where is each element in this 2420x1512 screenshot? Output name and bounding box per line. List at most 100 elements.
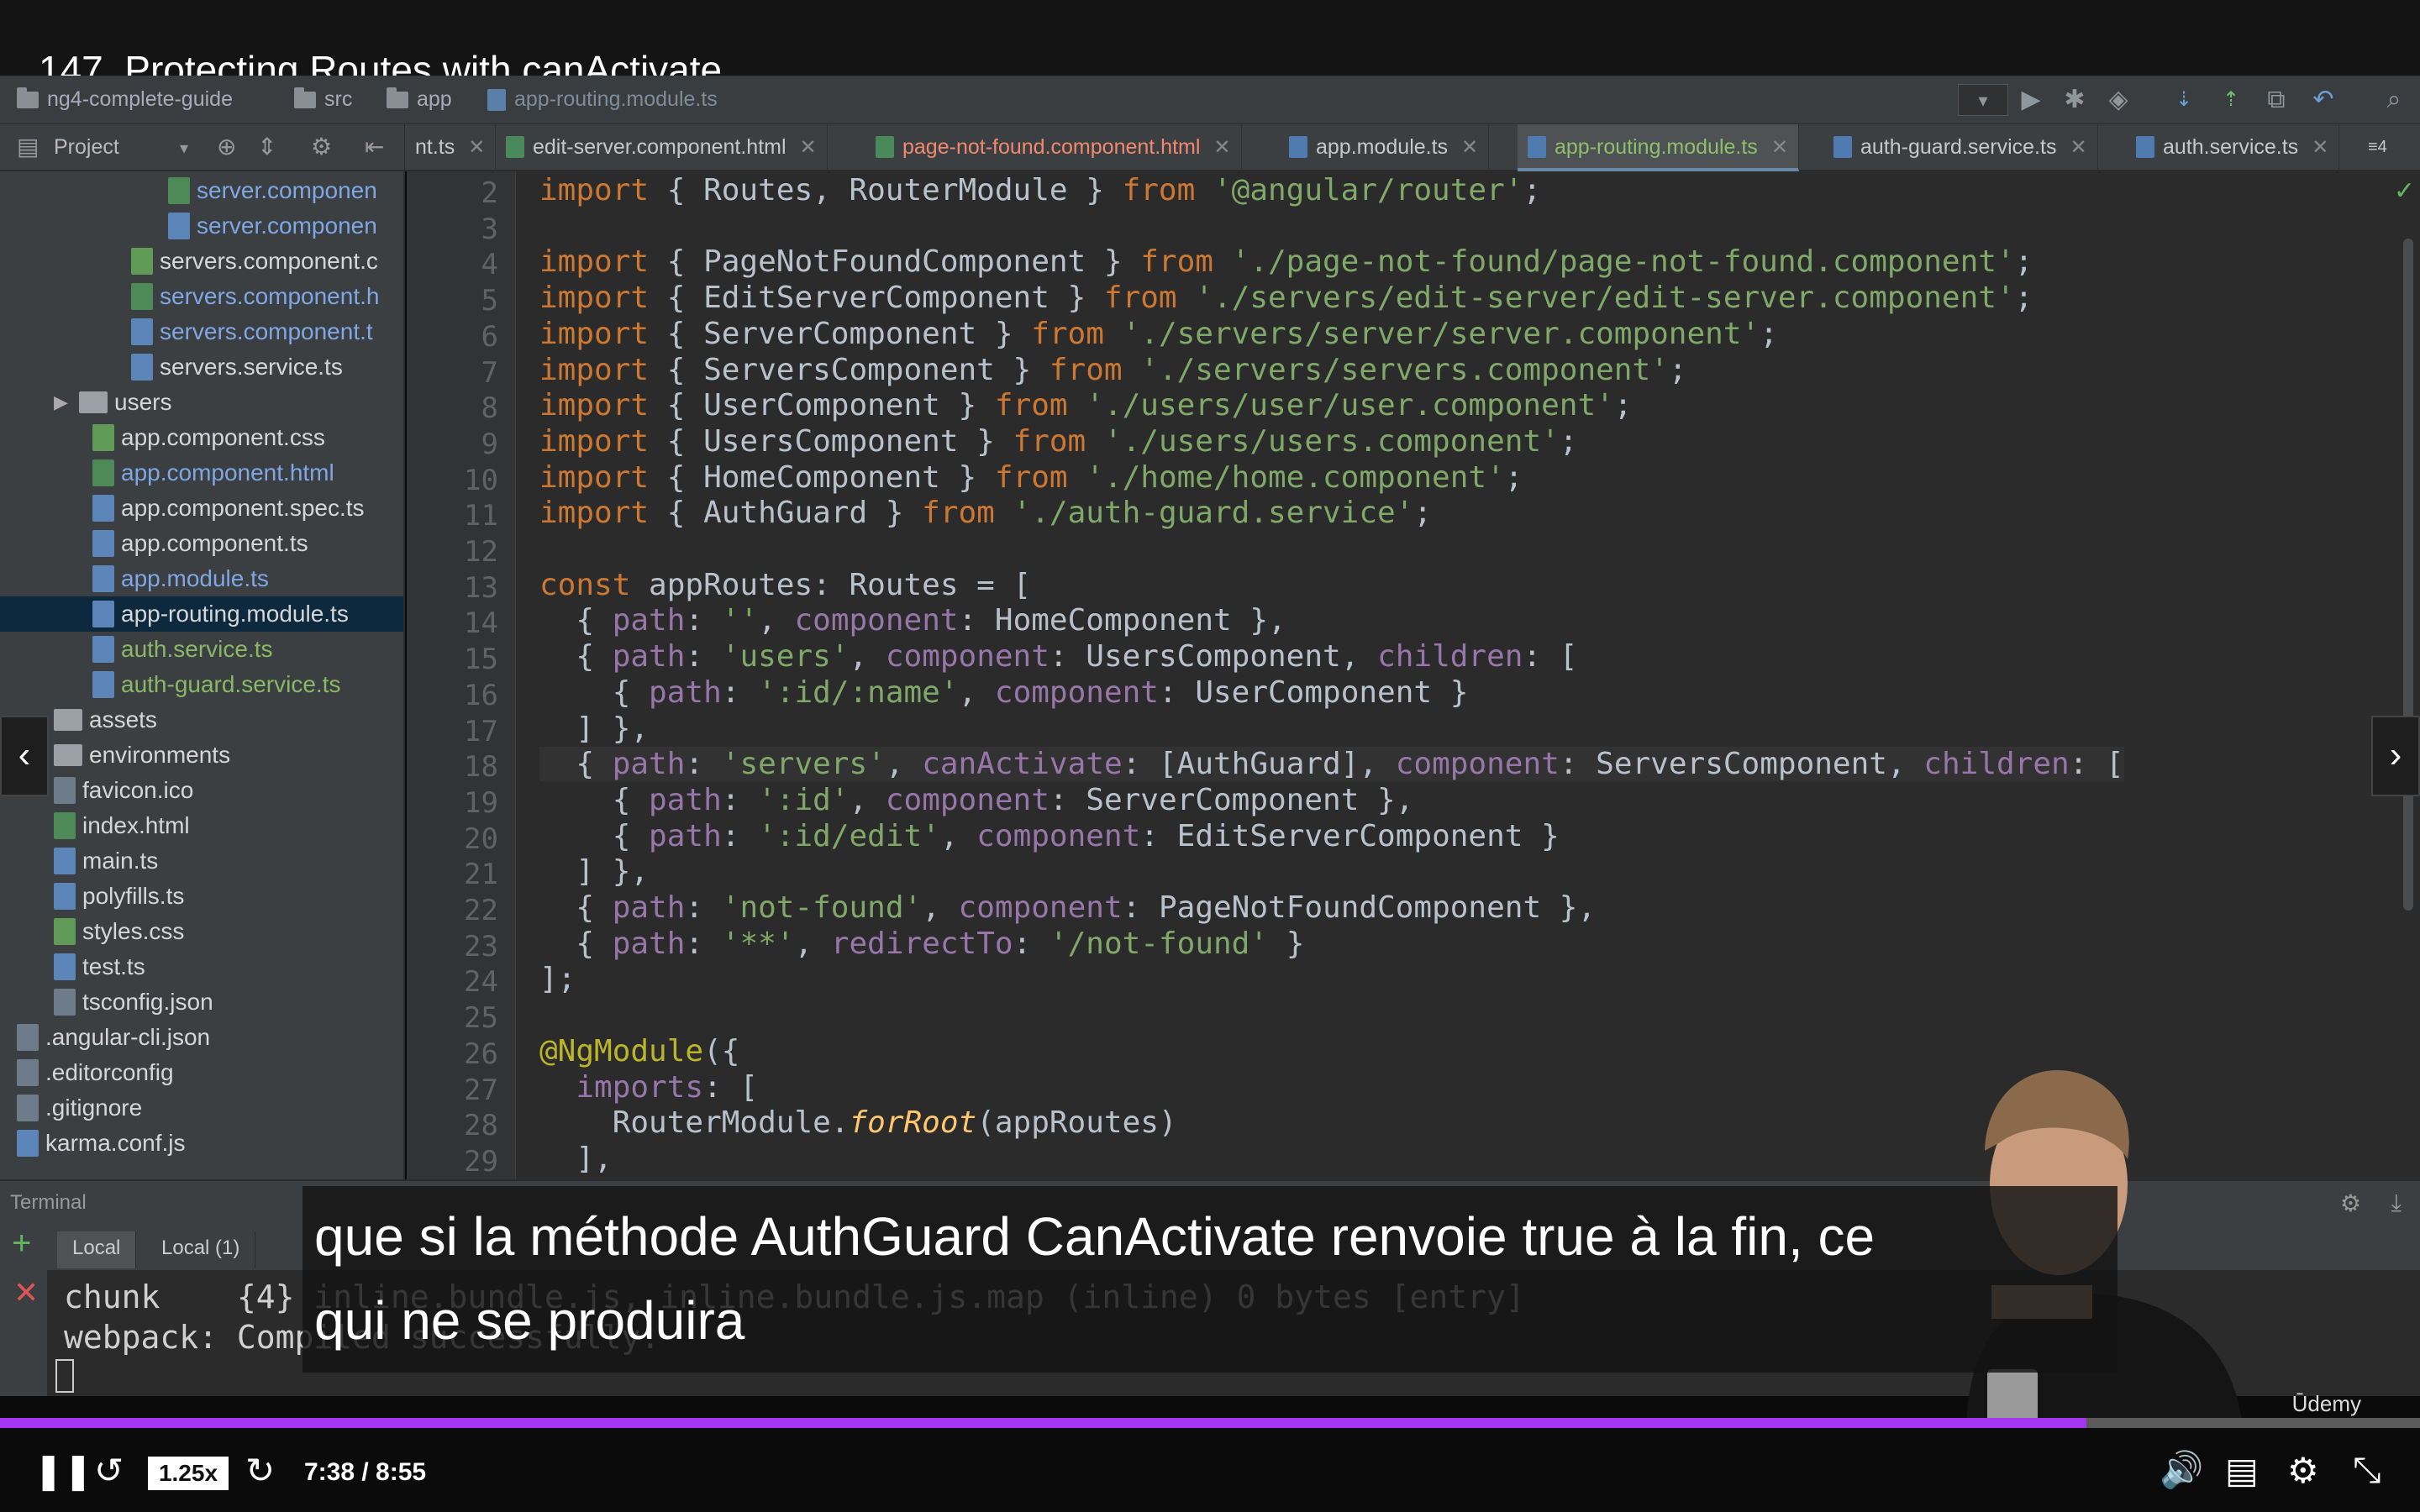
tab-auth-service[interactable]: auth.service.ts ✕	[2126, 124, 2340, 171]
forward-icon[interactable]: ↻	[245, 1450, 275, 1491]
breadcrumb-src[interactable]: src	[294, 87, 352, 112]
breadcrumb-file[interactable]: app-routing.module.ts	[487, 87, 718, 112]
tab-app-routing-module[interactable]: app-routing.module.ts ✕	[1518, 124, 1799, 171]
tree-item[interactable]: styles.css	[54, 914, 184, 949]
code-line[interactable]: { path: ':id', component: ServerComponen…	[539, 783, 1414, 817]
tree-folder-assets[interactable]: assets	[54, 702, 157, 738]
tree-item[interactable]: .editorconfig	[17, 1055, 174, 1090]
code-line[interactable]: import { ServersComponent } from './serv…	[539, 353, 1687, 387]
code-line[interactable]: ] },	[539, 711, 649, 746]
code-line[interactable]: import { Routes, RouterModule } from '@a…	[539, 173, 1541, 207]
code-line[interactable]: imports: [	[539, 1070, 758, 1105]
terminal-tab-local-1[interactable]: Local (1)	[146, 1231, 256, 1268]
tab-partial[interactable]: nt.ts ✕	[405, 124, 497, 171]
close-icon[interactable]: ✕	[2070, 136, 2086, 159]
code-line[interactable]: ] },	[539, 854, 649, 889]
project-view-selector[interactable]: Project	[54, 135, 119, 160]
tree-item[interactable]: app.component.ts	[92, 526, 308, 561]
tab-app-module[interactable]: app.module.ts ✕	[1279, 124, 1490, 171]
settings-gear-icon[interactable]: ⚙	[2287, 1450, 2319, 1491]
close-icon[interactable]: ✕	[800, 136, 817, 159]
gear-icon[interactable]: ⚙	[2340, 1189, 2361, 1217]
run-icon[interactable]: ▶	[2015, 84, 2047, 116]
tree-item[interactable]: app.component.css	[92, 420, 325, 455]
code-editor[interactable]: 2 3 4 5 6 7 8 9 10 11 12 13 14 15 16 17 18 19 20 21 22 23 24 25…	[407, 171, 2420, 1179]
tree-item[interactable]: server.componen	[168, 173, 377, 208]
rewind-icon[interactable]: ↺	[94, 1450, 124, 1491]
code-line[interactable]: { path: ':id/edit', component: EditServe…	[539, 819, 1560, 853]
hide-panel-icon[interactable]: ⤓	[2391, 1189, 2402, 1217]
tree-item[interactable]: app.module.ts	[92, 561, 269, 596]
search-icon[interactable]: ⌕	[2378, 84, 2410, 116]
tree-item[interactable]: app.component.spec.ts	[92, 491, 365, 526]
code-line[interactable]: ],	[539, 1142, 612, 1176]
tree-item[interactable]: app.component.html	[92, 455, 334, 491]
breadcrumb-project[interactable]: ng4-complete-guide	[17, 87, 233, 112]
tree-item[interactable]: server.componen	[168, 208, 377, 244]
code-line[interactable]: import { PageNotFoundComponent } from '.…	[539, 244, 2033, 279]
code-line[interactable]: { path: '', component: HomeComponent },	[539, 603, 1286, 638]
code-line[interactable]: import { ServerComponent } from './serve…	[539, 317, 1778, 351]
tree-item[interactable]: .angular-cli.json	[17, 1020, 210, 1055]
pause-icon[interactable]: ❚❚	[34, 1450, 92, 1491]
chevron-down-icon[interactable]: ▾	[180, 138, 188, 159]
hide-panel-icon[interactable]: ⇤	[365, 133, 384, 160]
playback-speed-button[interactable]: 1.25x	[148, 1457, 229, 1490]
close-icon[interactable]: ✕	[1213, 136, 1230, 159]
expand-arrow-icon[interactable]: ▶	[54, 391, 72, 413]
tree-folder-users[interactable]: ▶ users	[54, 385, 171, 420]
exit-fullscreen-icon[interactable]: ⤡	[2353, 1450, 2381, 1491]
video-progress-bar[interactable]	[0, 1418, 2420, 1428]
volume-icon[interactable]: 🔊	[2160, 1450, 2203, 1491]
new-terminal-icon[interactable]: +	[12, 1225, 31, 1263]
terminal-tab-local[interactable]: Local	[57, 1231, 137, 1268]
code-line[interactable]: { path: ':id/:name', component: UserComp…	[539, 675, 1469, 710]
code-line[interactable]: import { AuthGuard } from './auth-guard.…	[539, 496, 1432, 530]
next-lecture-button[interactable]: ›	[2371, 716, 2420, 796]
tree-item[interactable]: servers.component.c	[131, 244, 378, 279]
tree-item-selected[interactable]: app-routing.module.ts	[0, 596, 403, 632]
tree-item[interactable]: polyfills.ts	[54, 879, 184, 914]
tree-item[interactable]: favicon.ico	[54, 773, 193, 808]
tree-folder-environments[interactable]: environments	[54, 738, 230, 773]
code-line[interactable]: ];	[539, 962, 576, 996]
tree-item[interactable]: karma.conf.js	[17, 1126, 186, 1161]
code-line[interactable]: { path: 'servers', canActivate: [AuthGua…	[539, 747, 2124, 782]
tree-item[interactable]: .gitignore	[17, 1090, 142, 1126]
target-icon[interactable]: ⊕	[217, 133, 236, 160]
close-icon[interactable]: ✕	[1771, 136, 1788, 159]
code-line[interactable]: { path: '**', redirectTo: '/not-found' }	[539, 927, 1304, 961]
breadcrumb-app[interactable]: app	[387, 87, 452, 112]
tree-item[interactable]: index.html	[54, 808, 190, 843]
close-icon[interactable]: ✕	[1461, 136, 1478, 159]
tree-item[interactable]: auth-guard.service.ts	[92, 667, 340, 702]
tree-item[interactable]: auth.service.ts	[92, 632, 273, 667]
close-icon[interactable]: ✕	[468, 136, 485, 159]
tab-edit-server-html[interactable]: edit-server.component.html ✕	[496, 124, 828, 171]
compare-icon[interactable]: ⧉	[2260, 84, 2292, 116]
tree-item[interactable]: tsconfig.json	[54, 984, 213, 1020]
code-line[interactable]: { path: 'users', component: UsersCompone…	[539, 639, 1577, 674]
code-line[interactable]: import { UsersComponent } from './users/…	[539, 424, 1577, 459]
debug-icon[interactable]: ✱	[2059, 84, 2091, 116]
vcs-commit-icon[interactable]: ⇡	[2215, 84, 2247, 116]
tab-overflow-menu[interactable]: ≡4	[2361, 124, 2397, 171]
code-line[interactable]: @NgModule({	[539, 1034, 739, 1068]
code-line[interactable]: const appRoutes: Routes = [	[539, 568, 1031, 602]
revert-icon[interactable]: ↶	[2307, 84, 2339, 116]
editor-scrollbar[interactable]	[2403, 239, 2413, 911]
tree-item[interactable]: main.ts	[54, 843, 158, 879]
run-config-dropdown[interactable]: ▾	[1958, 84, 2008, 116]
close-terminal-icon[interactable]: ✕	[13, 1275, 39, 1310]
vcs-update-icon[interactable]: ⇣	[2168, 84, 2200, 116]
captions-icon[interactable]: ▤	[2225, 1450, 2259, 1491]
close-icon[interactable]: ✕	[2312, 136, 2328, 159]
coverage-icon[interactable]: ◈	[2102, 84, 2134, 116]
previous-lecture-button[interactable]: ‹	[0, 716, 49, 796]
tree-item[interactable]: servers.service.ts	[131, 349, 343, 385]
code-line[interactable]: import { HomeComponent } from './home/ho…	[539, 460, 1523, 495]
collapse-icon[interactable]: ⇕	[257, 133, 276, 160]
code-line[interactable]: import { EditServerComponent } from './s…	[539, 281, 2033, 315]
code-line[interactable]: import { UserComponent } from './users/u…	[539, 388, 1632, 423]
code-line[interactable]: { path: 'not-found', component: PageNotF…	[539, 890, 1596, 925]
